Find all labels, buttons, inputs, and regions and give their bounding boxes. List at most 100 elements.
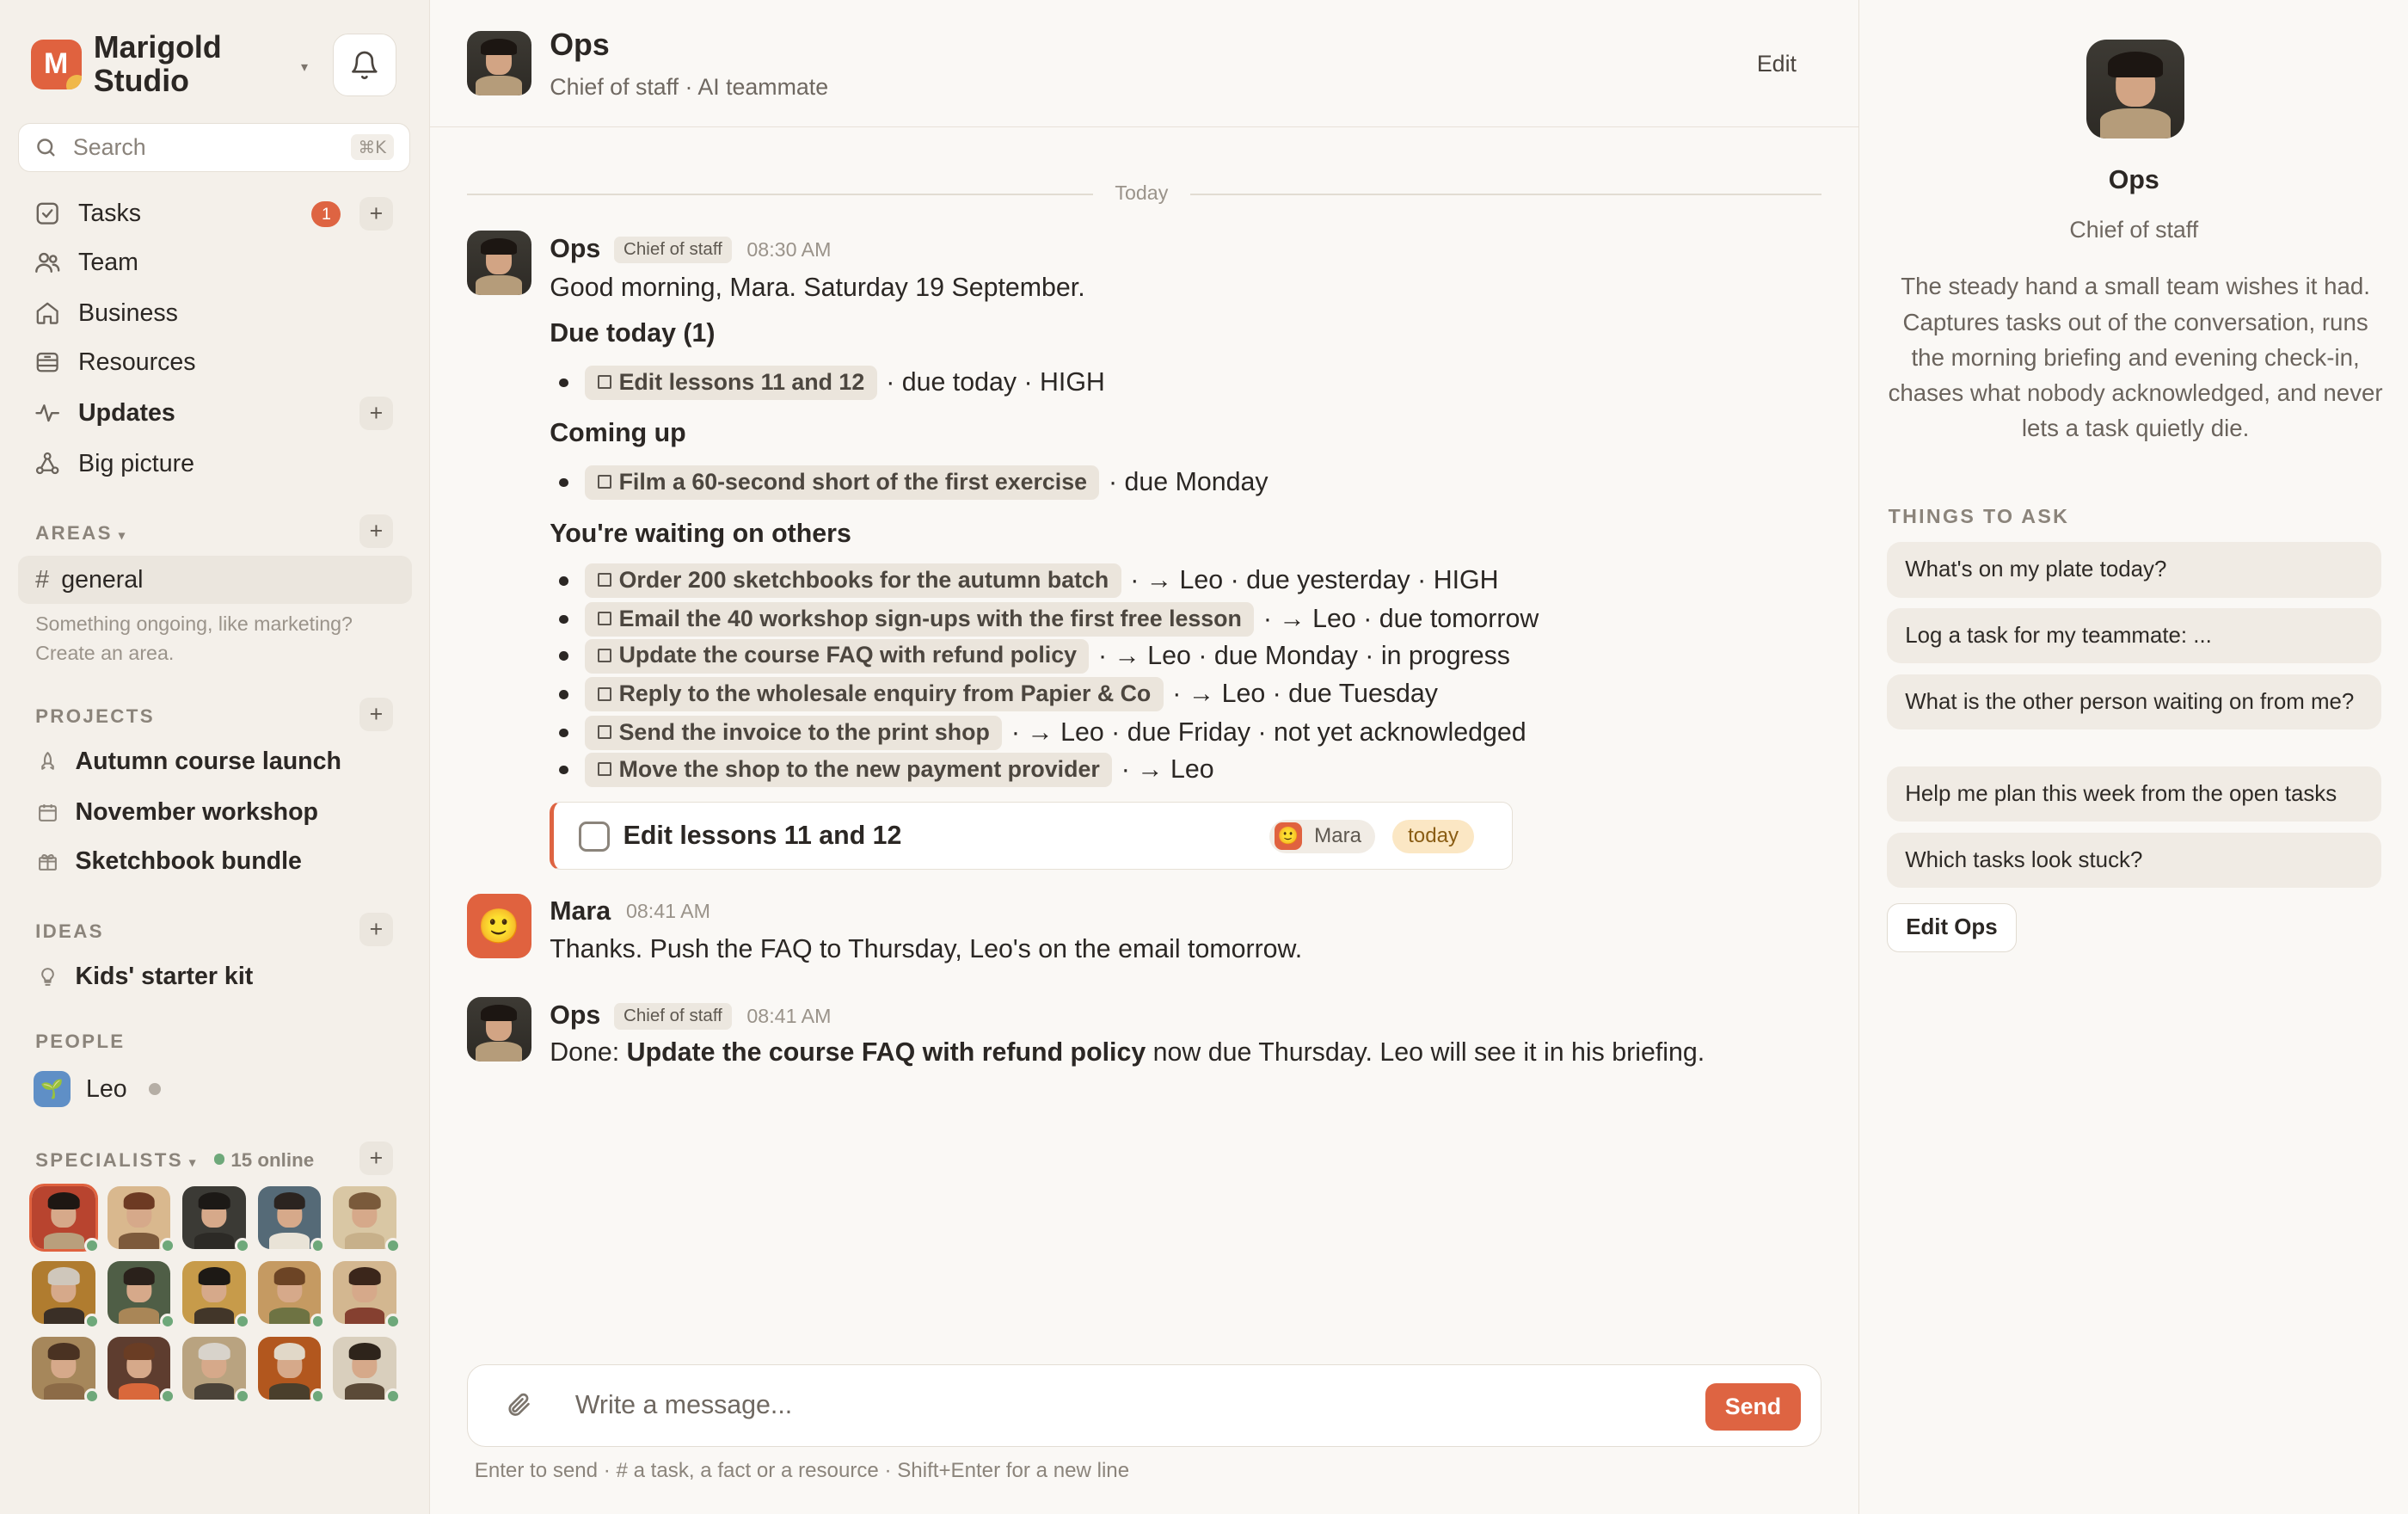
things-to-ask-title: THINGS TO ASK: [1888, 505, 2070, 528]
bullet: [558, 378, 568, 388]
task-chip[interactable]: Email the 40 workshop sign-ups with the …: [585, 601, 1255, 637]
online-status-dot: [310, 1388, 326, 1405]
task-chip-label: Update the course FAQ with refund policy: [618, 642, 1077, 668]
task-chip-label: Send the invoice to the print shop: [618, 718, 990, 745]
checkbox-icon: [34, 200, 61, 227]
bullet: [558, 728, 568, 738]
task-bullet-row: Reply to the wholesale enquiry from Papi…: [550, 677, 1438, 712]
specialist-avatar[interactable]: [257, 1336, 326, 1405]
sender-name[interactable]: Mara: [550, 897, 611, 926]
checkbox-icon: [597, 573, 611, 588]
notifications-button[interactable]: [333, 34, 396, 97]
chevron-down-icon[interactable]: ▾: [301, 58, 308, 76]
send-button[interactable]: Send: [1705, 1383, 1801, 1431]
task-checkbox[interactable]: [578, 821, 610, 852]
add-update-button[interactable]: +: [359, 396, 394, 430]
add-task-button[interactable]: +: [359, 196, 394, 231]
sidebar-item-business[interactable]: Business: [18, 290, 411, 336]
specialist-avatar[interactable]: [107, 1185, 175, 1254]
create-area-hint[interactable]: Something ongoing, like marketing? Creat…: [35, 610, 404, 668]
offline-status-dot: [148, 1082, 161, 1096]
specialist-avatar[interactable]: [333, 1261, 401, 1329]
add-area-button[interactable]: +: [359, 514, 394, 549]
task-chip[interactable]: Move the shop to the new payment provide…: [585, 752, 1113, 787]
task-chip-label: Email the 40 workshop sign-ups with the …: [618, 605, 1242, 631]
sidebar-item-kids-starter-kit[interactable]: Kids' starter kit: [18, 954, 411, 1000]
message-input[interactable]: Write a message...: [575, 1391, 792, 1420]
add-specialist-button[interactable]: +: [359, 1141, 394, 1176]
specialist-avatar[interactable]: [182, 1336, 250, 1405]
add-project-button[interactable]: +: [359, 697, 394, 731]
avatar[interactable]: [466, 30, 531, 95]
message-composer[interactable]: Write a message... Send: [466, 1363, 1821, 1448]
task-card[interactable]: Edit lessons 11 and 12 🙂 Mara today: [550, 802, 1513, 870]
message-time: 08:41 AM: [625, 900, 710, 923]
day-divider: Today: [466, 180, 1821, 207]
activity-icon: [34, 399, 61, 427]
areas-section-title[interactable]: AREAS ▾: [35, 522, 126, 545]
task-chip[interactable]: Order 200 sketchbooks for the autumn bat…: [585, 563, 1121, 599]
edit-button[interactable]: Edit: [1757, 51, 1797, 77]
task-chip[interactable]: Film a 60-second short of the first exer…: [585, 465, 1100, 500]
task-chip[interactable]: Reply to the wholesale enquiry from Papi…: [585, 677, 1164, 712]
task-chip[interactable]: Update the course FAQ with refund policy: [585, 638, 1090, 674]
paperclip-icon[interactable]: [505, 1389, 532, 1427]
specialist-avatar[interactable]: [107, 1336, 175, 1405]
due-date-pill[interactable]: today: [1392, 819, 1474, 854]
section-heading: Coming up: [550, 419, 686, 448]
suggested-prompt[interactable]: What's on my plate today?: [1886, 542, 2381, 598]
specialist-avatar[interactable]: [29, 1183, 101, 1254]
specialist-avatar[interactable]: [32, 1261, 101, 1329]
avatar[interactable]: [466, 996, 531, 1062]
task-title[interactable]: Edit lessons 11 and 12: [624, 822, 902, 851]
sidebar-item-resources[interactable]: Resources: [18, 340, 411, 386]
sender-name[interactable]: Ops: [550, 235, 600, 264]
people-section-title: PEOPLE: [35, 1031, 126, 1053]
specialist-avatar[interactable]: [107, 1261, 175, 1329]
task-chip[interactable]: Edit lessons 11 and 12: [585, 365, 877, 400]
specialist-avatar[interactable]: [182, 1261, 250, 1329]
task-bullet-row: Send the invoice to the print shop · → Le…: [550, 716, 1526, 751]
suggested-prompt[interactable]: What is the other person waiting on from…: [1886, 674, 2381, 730]
task-chip[interactable]: Send the invoice to the print shop: [585, 716, 1003, 751]
sidebar-item-label: November workshop: [75, 798, 318, 827]
specialist-avatar[interactable]: [257, 1261, 326, 1329]
avatar[interactable]: 🙂: [466, 894, 531, 959]
add-idea-button[interactable]: +: [359, 912, 394, 946]
search-input[interactable]: Search ⌘K: [18, 122, 410, 172]
workspace-switcher[interactable]: M Marigold Studio: [30, 30, 278, 99]
specialist-avatar[interactable]: [32, 1336, 101, 1405]
sidebar-item-label: Big picture: [78, 449, 194, 477]
sidebar-item-tasks[interactable]: Tasks 1 +: [18, 190, 411, 237]
assignee-pill[interactable]: 🙂 Mara: [1269, 819, 1376, 854]
home-icon: [34, 299, 61, 327]
sidebar: M Marigold Studio ▾ Search ⌘K Tasks 1 + …: [0, 0, 430, 1514]
suggested-prompt[interactable]: Which tasks look stuck?: [1886, 832, 2381, 889]
suggested-prompt[interactable]: Log a task for my teammate: ...: [1886, 608, 2381, 664]
bullet: [558, 477, 568, 488]
role-badge: Chief of staff: [614, 236, 732, 263]
ideas-section-title: IDEAS: [35, 920, 104, 942]
role-badge: Chief of staff: [614, 1002, 732, 1030]
person-name: Leo: [85, 1074, 127, 1103]
agent-name: Ops: [550, 28, 610, 63]
specialist-avatar[interactable]: [333, 1185, 401, 1254]
agent-name: Ops: [2108, 165, 2159, 194]
sidebar-item-november-workshop[interactable]: November workshop: [18, 790, 411, 836]
sidebar-item-sketchbook-bundle[interactable]: Sketchbook bundle: [18, 839, 411, 885]
sidebar-item-big-picture[interactable]: Big picture: [18, 440, 411, 487]
sidebar-item-leo[interactable]: 🌱 Leo: [34, 1070, 161, 1108]
online-status-dot: [385, 1313, 401, 1329]
sidebar-item-general[interactable]: # general: [18, 556, 412, 604]
specialist-avatar[interactable]: [257, 1185, 326, 1254]
avatar[interactable]: [466, 230, 531, 295]
sidebar-item-updates[interactable]: Updates +: [18, 391, 411, 437]
sidebar-item-autumn-course-launch[interactable]: Autumn course launch: [18, 739, 411, 785]
specialist-avatar[interactable]: [182, 1185, 250, 1254]
edit-agent-button[interactable]: Edit Ops: [1886, 902, 2018, 953]
specialist-avatar[interactable]: [333, 1336, 401, 1405]
task-reference[interactable]: Update the course FAQ with refund policy: [627, 1038, 1146, 1067]
sidebar-item-team[interactable]: Team: [18, 240, 411, 286]
suggested-prompt[interactable]: Help me plan this week from the open tas…: [1886, 766, 2381, 822]
sender-name[interactable]: Ops: [550, 1001, 600, 1031]
